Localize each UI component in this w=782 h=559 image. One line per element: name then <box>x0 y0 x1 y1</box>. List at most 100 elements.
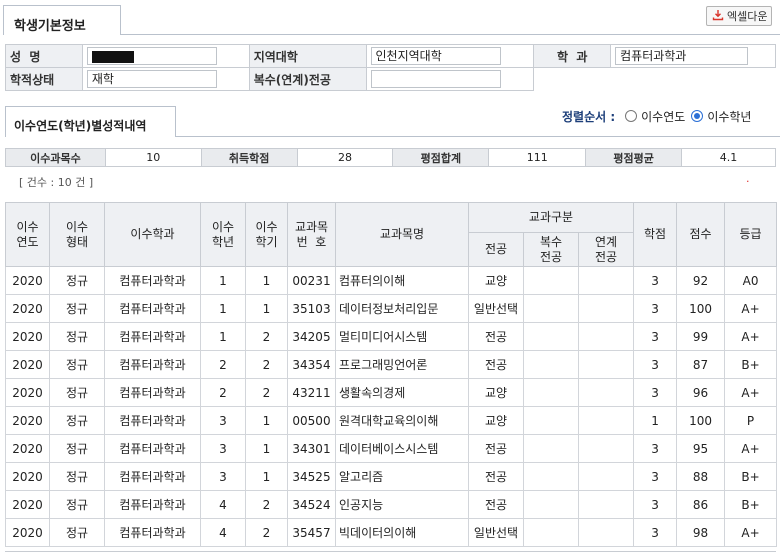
cell-type: 정규 <box>49 378 105 407</box>
tab-grades-by-year[interactable]: 이수연도(학년)별성적내역 <box>5 106 176 137</box>
cell-score: 99 <box>676 322 726 351</box>
header-type: 이수 형태 <box>49 202 105 267</box>
cell-category: 교양 <box>468 378 524 407</box>
header-score: 점수 <box>676 202 726 267</box>
cell-dept: 컴퓨터과학과 <box>104 462 201 491</box>
course-count-value: 10 <box>104 148 202 167</box>
cell-semester: 1 <box>245 434 288 463</box>
sort-option-grade-year-label: 이수학년 <box>707 109 752 124</box>
cell-double <box>523 322 579 351</box>
header-course: 교과목명 <box>335 202 469 267</box>
cell-semester: 2 <box>245 322 288 351</box>
cell-type: 정규 <box>49 518 105 547</box>
cell-grade-year: 3 <box>200 434 246 463</box>
cell-credit: 3 <box>633 266 678 295</box>
table-row: 2020 정규 컴퓨터과학과 3 1 00500 원격대학교육의이해 교양 1 100 P <box>5 406 778 435</box>
cell-semester: 2 <box>245 518 288 547</box>
cell-dept: 컴퓨터과학과 <box>104 266 201 295</box>
cell-credit: 3 <box>633 518 678 547</box>
cell-course: 데이터정보처리입문 <box>335 294 469 323</box>
cell-year: 2020 <box>5 434 50 463</box>
cell-category: 교양 <box>468 406 524 435</box>
cell-letter: A+ <box>724 434 778 463</box>
sort-order-label: 정렬순서 : <box>562 109 616 124</box>
header-double: 복수 전공 <box>523 232 579 267</box>
grade-avg-value: 4.1 <box>681 148 776 167</box>
cell-code: 00500 <box>287 406 336 435</box>
grade-sum-label: 평점합계 <box>392 148 490 167</box>
cell-double <box>523 434 579 463</box>
download-icon <box>712 9 724 24</box>
cell-semester: 2 <box>245 490 288 519</box>
cell-category: 일반선택 <box>468 518 524 547</box>
cell-letter: A+ <box>724 294 778 323</box>
cell-code: 43211 <box>287 378 336 407</box>
header-major: 전공 <box>468 232 524 267</box>
header-code: 교과목 번 호 <box>287 202 336 267</box>
cell-year: 2020 <box>5 518 50 547</box>
cell-course: 인공지능 <box>335 490 469 519</box>
header-semester: 이수 학기 <box>245 202 288 267</box>
cell-credit: 3 <box>633 294 678 323</box>
excel-download-button[interactable]: 엑셀다운 <box>706 6 772 26</box>
sort-option-year[interactable]: 이수연도 <box>625 108 685 125</box>
cell-course: 프로그래밍언어론 <box>335 350 469 379</box>
radio-year[interactable] <box>625 110 638 122</box>
table-row: 2020 정규 컴퓨터과학과 3 1 34525 알고리즘 전공 3 88 B+ <box>5 462 778 491</box>
cell-credit: 3 <box>633 462 678 491</box>
cell-grade-year: 1 <box>200 322 246 351</box>
cell-category: 전공 <box>468 462 524 491</box>
tab-student-basic-info[interactable]: 학생기본정보 <box>3 5 121 35</box>
cell-code: 34524 <box>287 490 336 519</box>
table-row: 2020 정규 컴퓨터과학과 2 2 34354 프로그래밍언어론 전공 3 87 B+ <box>5 350 778 379</box>
cell-course: 알고리즘 <box>335 462 469 491</box>
grade-rows: 2020 정규 컴퓨터과학과 1 1 00231 컴퓨터의이해 교양 3 92 A0 2020 정규 컴퓨… <box>5 266 778 547</box>
region-field: 인천지역대학 <box>370 47 501 65</box>
cell-code: 34205 <box>287 322 336 351</box>
sort-option-year-label: 이수연도 <box>641 109 686 124</box>
cell-code: 34354 <box>287 350 336 379</box>
cell-double <box>523 266 579 295</box>
cell-dept: 컴퓨터과학과 <box>104 294 201 323</box>
cell-type: 정규 <box>49 490 105 519</box>
summary-table: 이수과목수 10 취득학점 28 평점합계 111 평점평균 4.1 <box>5 148 776 167</box>
cell-code: 34525 <box>287 462 336 491</box>
header-credit: 학점 <box>633 202 678 267</box>
cell-category: 교양 <box>468 266 524 295</box>
cell-code: 34301 <box>287 434 336 463</box>
cell-letter: B+ <box>724 490 778 519</box>
cell-type: 정규 <box>49 322 105 351</box>
cell-grade-year: 1 <box>200 266 246 295</box>
cell-letter: B+ <box>724 350 778 379</box>
cell-semester: 2 <box>245 350 288 379</box>
red-marker: · <box>746 175 750 188</box>
credits-value: 28 <box>296 148 394 167</box>
cell-year: 2020 <box>5 490 50 519</box>
cell-grade-year: 2 <box>200 350 246 379</box>
cell-score: 98 <box>676 518 726 547</box>
cell-category: 일반선택 <box>468 294 524 323</box>
cell-double <box>523 294 579 323</box>
radio-grade-year[interactable] <box>691 110 704 122</box>
cell-year: 2020 <box>5 322 50 351</box>
sort-option-grade-year[interactable]: 이수학년 <box>691 108 751 125</box>
cell-dept: 컴퓨터과학과 <box>104 434 201 463</box>
cell-semester: 1 <box>245 462 288 491</box>
cell-year: 2020 <box>5 294 50 323</box>
cell-linked <box>577 462 635 491</box>
table-row: 2020 정규 컴퓨터과학과 3 1 34301 데이터베이스시스템 전공 3 95 A+ <box>5 434 778 463</box>
cell-dept: 컴퓨터과학과 <box>104 350 201 379</box>
name-label: 성 명 <box>5 44 83 68</box>
cell-credit: 3 <box>633 434 678 463</box>
cell-grade-year: 3 <box>200 462 246 491</box>
cell-credit: 3 <box>633 350 678 379</box>
cell-credit: 3 <box>633 378 678 407</box>
cell-grade-year: 3 <box>200 406 246 435</box>
cell-type: 정규 <box>49 406 105 435</box>
cell-type: 정규 <box>49 350 105 379</box>
double-major-field <box>370 70 501 88</box>
cell-linked <box>577 406 635 435</box>
excel-download-label: 엑셀다운 <box>727 10 768 23</box>
cell-year: 2020 <box>5 406 50 435</box>
cell-semester: 1 <box>245 266 288 295</box>
